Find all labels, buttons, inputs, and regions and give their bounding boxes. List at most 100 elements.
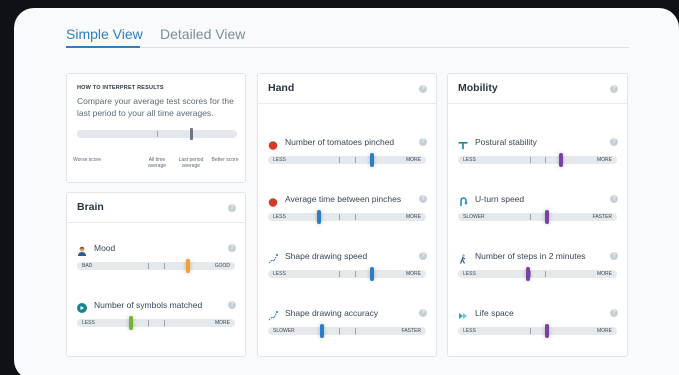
scale-high-label: MORE xyxy=(406,214,421,220)
average-tick xyxy=(355,271,356,277)
metric-scale-track: BAD GOOD xyxy=(77,259,235,273)
average-tick xyxy=(545,157,546,163)
metric-label: Number of symbols matched xyxy=(94,300,203,310)
metric-row: Number of tomatoes pinched? LESS MORE xyxy=(258,133,436,173)
help-icon[interactable]: ? xyxy=(419,309,427,317)
brain-card-header: Brain ? xyxy=(67,193,245,223)
symbol-match-icon xyxy=(77,300,87,313)
all-time-average-caption: All time average xyxy=(147,157,167,169)
scale-low-label: LESS xyxy=(273,214,286,220)
average-tick xyxy=(148,263,149,269)
metric-row: Shape drawing speed? LESS MORE xyxy=(258,247,436,287)
balance-icon xyxy=(458,137,468,150)
last-period-average-marker xyxy=(190,128,193,140)
scale-low-label: LESS xyxy=(463,328,476,334)
average-tick xyxy=(164,263,165,269)
metric-scale-track: SLOWER FASTER xyxy=(268,324,426,338)
average-tick xyxy=(339,214,340,220)
mobility-card-header: Mobility ? xyxy=(448,74,627,104)
help-icon[interactable]: ? xyxy=(610,252,618,260)
average-tick xyxy=(530,214,531,220)
help-icon[interactable]: ? xyxy=(228,204,236,212)
better-score-caption: Better score xyxy=(211,157,239,163)
last-period-average-caption: Last period average xyxy=(178,157,204,169)
tomato-icon xyxy=(268,137,278,150)
score-marker xyxy=(320,324,324,338)
scale-low-label: LESS xyxy=(463,271,476,277)
average-tick xyxy=(339,271,340,277)
metric-label: Shape drawing speed xyxy=(285,251,368,261)
mobility-card-title: Mobility xyxy=(458,82,498,94)
average-tick xyxy=(545,271,546,277)
help-icon[interactable]: ? xyxy=(419,138,427,146)
score-marker xyxy=(129,316,133,330)
help-icon[interactable]: ? xyxy=(610,85,618,93)
scale-high-label: MORE xyxy=(406,271,421,277)
interpret-description: Compare your average test scores for the… xyxy=(77,96,234,118)
interpret-results-card: HOW TO INTERPRET RESULTS Compare your av… xyxy=(66,73,246,183)
hand-card-header: Hand ? xyxy=(258,74,436,104)
metric-label: Life space xyxy=(475,308,514,318)
metric-row: Mood? BAD GOOD xyxy=(67,239,245,279)
score-marker xyxy=(559,153,563,167)
score-marker xyxy=(370,153,374,167)
metric-scale-track: LESS MORE xyxy=(458,324,617,338)
scale-low-label: LESS xyxy=(273,271,286,277)
active-tab-underline xyxy=(66,46,140,48)
scale-high-label: MORE xyxy=(597,157,612,163)
metric-row: Number of steps in 2 minutes? LESS MORE xyxy=(448,247,627,287)
average-tick xyxy=(530,271,531,277)
scale-high-label: MORE xyxy=(597,271,612,277)
hand-card: Hand ? Number of tomatoes pinched? LESS MO… xyxy=(257,73,437,357)
scale-low-label: LESS xyxy=(463,157,476,163)
help-icon[interactable]: ? xyxy=(610,195,618,203)
metric-scale-track: LESS MORE xyxy=(458,153,617,167)
metric-scale-track: LESS MORE xyxy=(77,316,235,330)
all-time-average-tick xyxy=(157,131,158,137)
help-icon[interactable]: ? xyxy=(419,85,427,93)
score-marker xyxy=(370,267,374,281)
average-tick xyxy=(530,157,531,163)
metric-row: Number of symbols matched? LESS MORE xyxy=(67,296,245,336)
worse-score-caption: Worse score xyxy=(73,157,101,163)
scale-low-label: SLOWER xyxy=(273,328,295,334)
scale-high-label: MORE xyxy=(406,157,421,163)
average-tick xyxy=(339,328,340,334)
metric-row: Life space? LESS MORE xyxy=(448,304,627,344)
metric-label: Number of tomatoes pinched xyxy=(285,137,395,147)
metric-scale-track: LESS MORE xyxy=(268,267,426,281)
scale-high-label: MORE xyxy=(597,328,612,334)
u-turn-icon xyxy=(458,194,468,206)
average-tick xyxy=(164,320,165,326)
help-icon[interactable]: ? xyxy=(610,138,618,146)
metric-scale-track: LESS MORE xyxy=(458,267,617,281)
scale-high-label: FASTER xyxy=(592,214,612,220)
help-icon[interactable]: ? xyxy=(228,244,236,252)
person-icon xyxy=(77,243,87,256)
average-tick xyxy=(339,157,340,163)
metric-row: Postural stability? LESS MORE xyxy=(448,133,627,173)
average-tick xyxy=(530,328,531,334)
metric-label: Average time between pinches xyxy=(285,194,402,204)
scale-high-label: GOOD xyxy=(214,263,230,269)
interpret-heading: HOW TO INTERPRET RESULTS xyxy=(77,85,164,91)
metric-label: U-turn speed xyxy=(475,194,525,204)
score-marker xyxy=(186,259,190,273)
help-icon[interactable]: ? xyxy=(610,309,618,317)
view-tabs: Simple View Detailed View xyxy=(66,24,629,48)
app-frame: Simple View Detailed View HOW TO INTERPR… xyxy=(14,8,679,375)
metric-label: Mood xyxy=(94,243,116,253)
mobility-card: Mobility ? Postural stability? LESS MORE U-… xyxy=(447,73,628,357)
metric-label: Shape drawing accuracy xyxy=(285,308,379,318)
help-icon[interactable]: ? xyxy=(419,195,427,203)
scale-low-label: LESS xyxy=(82,320,95,326)
tab-detailed-view[interactable]: Detailed View xyxy=(160,26,245,42)
average-tick xyxy=(148,320,149,326)
life-space-icon xyxy=(458,308,468,319)
metric-scale-track: LESS MORE xyxy=(268,153,426,167)
interpret-scale-bar xyxy=(77,128,237,140)
average-tick xyxy=(355,157,356,163)
tab-simple-view[interactable]: Simple View xyxy=(66,26,143,42)
help-icon[interactable]: ? xyxy=(228,301,236,309)
help-icon[interactable]: ? xyxy=(419,252,427,260)
